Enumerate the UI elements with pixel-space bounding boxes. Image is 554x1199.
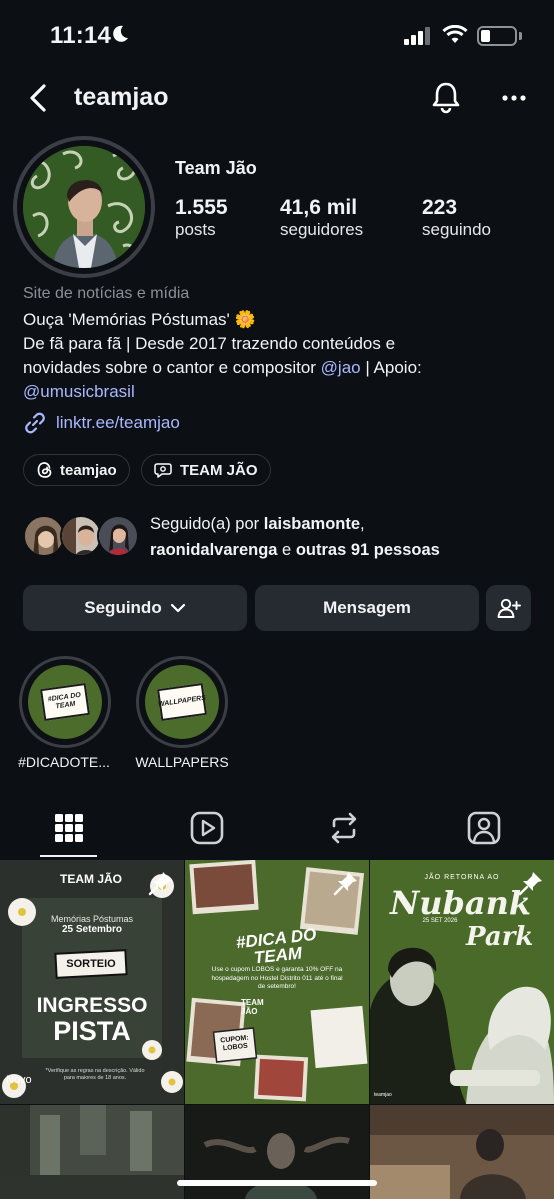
follower-avatar[interactable] — [97, 515, 139, 557]
post-brand: TEAM JÃO — [60, 872, 123, 886]
mention-link[interactable]: @jao — [321, 358, 361, 377]
more-options-icon[interactable] — [500, 88, 528, 108]
followed-by-conjunction: e — [277, 541, 296, 559]
highlight-cover-text: WALLPAPERS — [156, 682, 208, 722]
threads-chip[interactable]: teamjao — [23, 454, 130, 486]
reposts-tab-icon[interactable] — [326, 810, 362, 846]
post-brand: TEAM JÃO — [241, 998, 264, 1016]
message-button-label: Mensagem — [323, 598, 411, 617]
posts-stat[interactable]: 1.555 posts — [175, 196, 228, 240]
pinned-post-icon — [518, 872, 542, 896]
header-username: teamjao — [74, 83, 169, 111]
message-button[interactable]: Mensagem — [255, 585, 479, 631]
post-thumbnail[interactable]: TEAM JÃO Memórias Póstumas 25 Setembro S… — [0, 860, 184, 1104]
followers-stat[interactable]: 41,6 mil seguidores — [280, 196, 363, 240]
profile-link-text: linktr.ee/teamjao — [56, 413, 180, 432]
post-body: Use o cupom LOBOS e garanta 10% OFF na h… — [211, 966, 343, 990]
following-count: 223 — [422, 196, 458, 219]
bio-line: Ouça 'Memórias Póstumas' 🌼 — [23, 310, 256, 329]
mention-link[interactable]: @umusicbrasil — [23, 380, 135, 403]
grid-tab-icon[interactable] — [51, 810, 87, 846]
followed-by-prefix: Seguido(a) por — [150, 515, 264, 533]
display-name: Team Jão — [175, 158, 257, 178]
post-title: Park — [466, 922, 534, 952]
post-album: Memórias Póstumas — [50, 914, 134, 924]
add-person-icon — [497, 598, 521, 618]
followers-count: 41,6 mil — [280, 196, 358, 219]
highlight-cover: WALLPAPERS — [145, 665, 219, 739]
post-headline: PISTA — [53, 1016, 131, 1046]
post-fine-print: *Verifique as regras na descrição. Válid… — [45, 1068, 145, 1081]
post-headline: INGRESSO — [36, 994, 148, 1017]
back-arrow-icon[interactable] — [26, 83, 52, 113]
post-title: Nubank — [390, 884, 532, 922]
post-thumbnail[interactable]: JÃO RETORNA AO Nubank Park 25 SET 2026 t… — [370, 860, 554, 1104]
post-coupon: CUPOM: LOBOS — [220, 1034, 250, 1053]
active-tab-indicator — [40, 855, 97, 857]
posts-label: posts — [175, 220, 216, 239]
bio-line: De fã para fã | Desde 2017 trazendo cont… — [23, 334, 396, 353]
post-thumbnail[interactable] — [0, 1105, 184, 1199]
following-label: seguindo — [422, 220, 492, 239]
battery-icon — [477, 26, 517, 46]
post-credit: teamjao — [374, 1092, 392, 1098]
following-stat[interactable]: 223 seguindo — [422, 196, 491, 240]
highlight-label: #DICADOTE... — [18, 754, 110, 770]
threads-chip-label: teamjao — [60, 461, 117, 479]
follower-avatar[interactable] — [23, 515, 65, 557]
post-thumbnail[interactable] — [370, 1105, 554, 1199]
broadcast-channel-icon — [154, 463, 172, 478]
pinned-post-icon — [148, 872, 172, 896]
followers-label: seguidores — [280, 220, 364, 239]
following-button-label: Seguindo — [84, 598, 162, 617]
follower-username[interactable]: laisbamonte — [264, 515, 360, 533]
chevron-down-icon — [170, 603, 185, 613]
reels-tab-icon[interactable] — [189, 810, 225, 846]
tagged-tab-icon[interactable] — [466, 810, 502, 846]
channel-chip[interactable]: TEAM JÃO — [141, 454, 271, 486]
followed-by-separator: , — [360, 515, 365, 533]
threads-icon — [37, 462, 52, 478]
post-artwork — [0, 1105, 184, 1199]
notification-bell-icon[interactable] — [430, 80, 462, 114]
following-button[interactable]: Seguindo — [23, 585, 247, 631]
highlight-cover: #DICA DO TEAM — [28, 665, 102, 739]
post-artwork — [370, 1105, 554, 1199]
channel-chip-label: TEAM JÃO — [180, 461, 258, 479]
home-indicator[interactable] — [177, 1180, 377, 1186]
post-thumbnail[interactable]: #DICA DO TEAM Use o cupom LOBOS e garant… — [185, 860, 369, 1104]
battery-nub — [519, 32, 522, 40]
followed-by-text[interactable]: Seguido(a) por laisbamonte, raonidalvare… — [150, 511, 440, 563]
post-date: 25 Setembro — [61, 924, 123, 935]
highlight-cover-text: #DICA DO TEAM — [39, 682, 91, 722]
bio-line: novidades sobre o cantor e compositor @j… — [23, 356, 422, 379]
followed-by-others[interactable]: outras 91 pessoas — [296, 541, 440, 559]
link-icon — [25, 412, 45, 434]
bio-text: novidades sobre o cantor e compositor — [23, 358, 321, 377]
profile-avatar[interactable] — [23, 146, 145, 268]
profile-category: Site de notícias e mídia — [23, 285, 190, 302]
status-time: 11:14 — [50, 22, 112, 49]
pinned-post-icon — [333, 872, 357, 896]
wifi-icon — [442, 25, 468, 43]
follower-username[interactable]: raonidalvarenga — [150, 541, 277, 559]
suggested-accounts-button[interactable] — [486, 585, 531, 631]
post-new-label: Novo — [6, 1074, 32, 1086]
bio-text: | Apoio: — [360, 358, 422, 377]
story-highlight[interactable]: WALLPAPERS — [136, 656, 228, 748]
cellular-signal-icon — [404, 27, 430, 45]
post-date: 25 SET 2026 — [422, 918, 458, 924]
post-badge: SORTEIO — [66, 958, 116, 970]
posts-count: 1.555 — [175, 196, 228, 219]
highlight-label: WALLPAPERS — [135, 754, 229, 770]
profile-link[interactable]: linktr.ee/teamjao — [23, 411, 180, 435]
story-highlight[interactable]: #DICA DO TEAM — [19, 656, 111, 748]
moon-icon — [113, 25, 128, 42]
follower-avatar[interactable] — [60, 515, 102, 557]
